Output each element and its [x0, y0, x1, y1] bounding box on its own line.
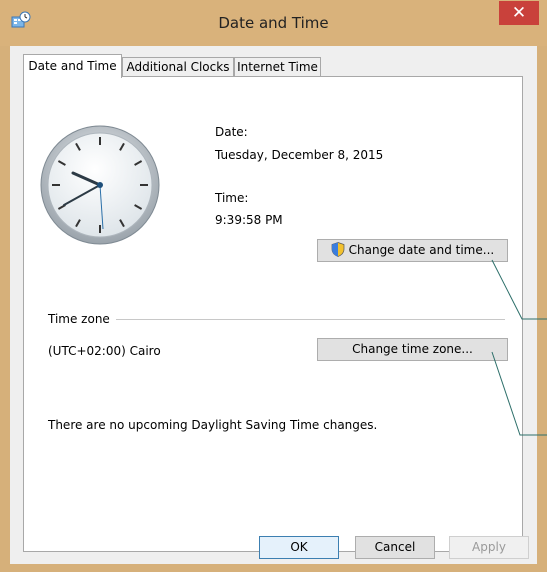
- date-time-window: Date and Time ✕ Date and Time Additional…: [0, 0, 547, 572]
- tab-date-and-time[interactable]: Date and Time: [23, 54, 122, 78]
- annotation-leader-lines: [491, 259, 547, 436]
